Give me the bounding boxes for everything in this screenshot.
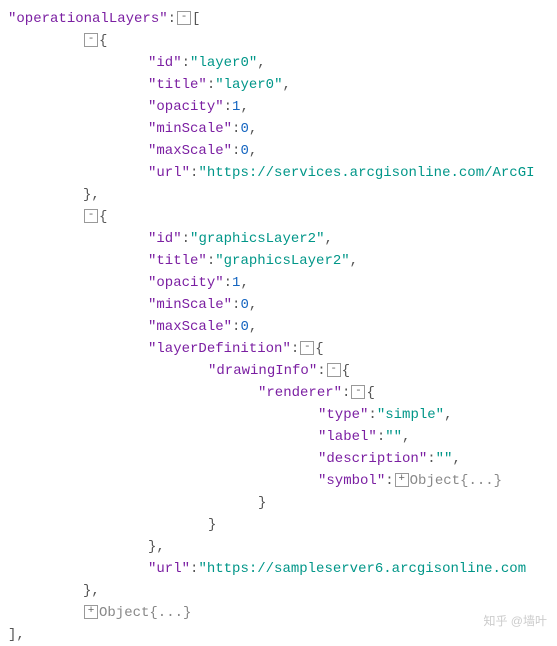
expand-icon[interactable]: + xyxy=(84,605,98,619)
prop-line: "title":"layer0", xyxy=(8,74,549,96)
prop-line: "layerDefinition":-{ xyxy=(8,338,549,360)
root-key-line: "operationalLayers":-[ xyxy=(8,8,549,30)
collapse-icon[interactable]: - xyxy=(327,363,341,377)
prop-line: "description":"", xyxy=(8,448,549,470)
prop-line: "renderer":-{ xyxy=(8,382,549,404)
prop-line: "url":"https://sampleserver6.arcgisonlin… xyxy=(8,558,549,580)
object-close: } xyxy=(8,514,549,536)
prop-line: "opacity":1, xyxy=(8,272,549,294)
prop-line: "minScale":0, xyxy=(8,294,549,316)
collapse-icon[interactable]: - xyxy=(84,209,98,223)
object-close: }, xyxy=(8,184,549,206)
object-open: -{ xyxy=(8,30,549,52)
object-close: } xyxy=(8,492,549,514)
prop-line: "title":"graphicsLayer2", xyxy=(8,250,549,272)
prop-line: "id":"graphicsLayer2", xyxy=(8,228,549,250)
array-close: ], xyxy=(8,624,549,646)
prop-line: "maxScale":0, xyxy=(8,140,549,162)
collapse-icon[interactable]: - xyxy=(300,341,314,355)
collapsed-object: +Object{...} xyxy=(8,602,549,624)
collapse-icon[interactable]: - xyxy=(351,385,365,399)
object-close: }, xyxy=(8,536,549,558)
prop-line: "maxScale":0, xyxy=(8,316,549,338)
object-close: }, xyxy=(8,580,549,602)
prop-line: "url":"https://services.arcgisonline.com… xyxy=(8,162,549,184)
collapse-icon[interactable]: - xyxy=(84,33,98,47)
prop-line: "symbol":+Object{...} xyxy=(8,470,549,492)
expand-icon[interactable]: + xyxy=(395,473,409,487)
prop-line: "type":"simple", xyxy=(8,404,549,426)
root-key: "operationalLayers" xyxy=(8,11,168,27)
object-open: -{ xyxy=(8,206,549,228)
collapse-icon[interactable]: - xyxy=(177,11,191,25)
prop-line: "minScale":0, xyxy=(8,118,549,140)
prop-line: "id":"layer0", xyxy=(8,52,549,74)
prop-line: "label":"", xyxy=(8,426,549,448)
prop-line: "drawingInfo":-{ xyxy=(8,360,549,382)
prop-line: "opacity":1, xyxy=(8,96,549,118)
